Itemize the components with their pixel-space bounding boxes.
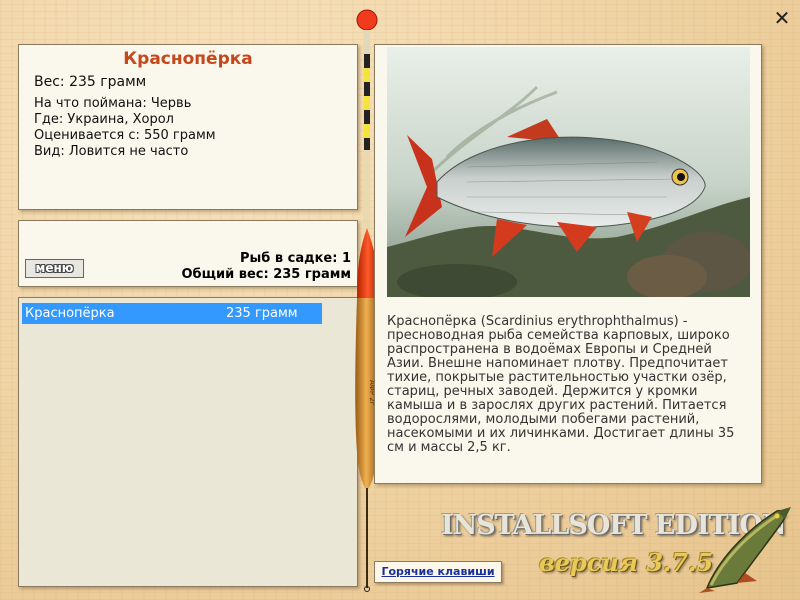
fish-description: Краснопёрка (Scardinius erythrophthalmus… (387, 314, 735, 455)
value-text: Оценивается с: 550 грамм (34, 128, 216, 143)
fish-count: Рыб в садке: 1 (239, 251, 351, 266)
rarity-text: Вид: Ловится не часто (34, 144, 189, 159)
fish-weight: Вес: 235 грамм (34, 74, 147, 90)
hotkeys-link[interactable]: Горячие клавиши (374, 561, 502, 583)
close-icon: ✕ (773, 6, 791, 30)
menu-button[interactable]: меню (25, 259, 84, 278)
catch-list-panel[interactable]: Краснопёрка 235 грамм (18, 297, 358, 587)
version-label: версия 3.7.5 (539, 548, 714, 577)
pike-logo-icon (699, 507, 791, 593)
brand-title: INSTALLSOFT EDITION (441, 510, 787, 541)
fish-detail-panel: Краснопёрка (Scardinius erythrophthalmus… (374, 44, 762, 484)
bait-text: На что поймана: Червь (34, 96, 192, 111)
fish-photo (387, 47, 750, 297)
list-item[interactable]: Краснопёрка 235 грамм (22, 303, 322, 324)
fish-info-panel: Краснопёрка Вес: 235 грамм На что пойман… (18, 44, 358, 210)
location-text: Где: Украина, Хорол (34, 112, 174, 127)
total-weight: Общий вес: 235 грамм (181, 267, 351, 282)
catch-fish-weight: 235 грамм (226, 306, 298, 321)
fish-name-title: Краснопёрка (123, 49, 253, 69)
catch-fish-name: Краснопёрка (25, 306, 115, 321)
cage-panel: меню Рыб в садке: 1 Общий вес: 235 грамм (18, 220, 358, 287)
close-button[interactable]: ✕ (771, 7, 793, 29)
